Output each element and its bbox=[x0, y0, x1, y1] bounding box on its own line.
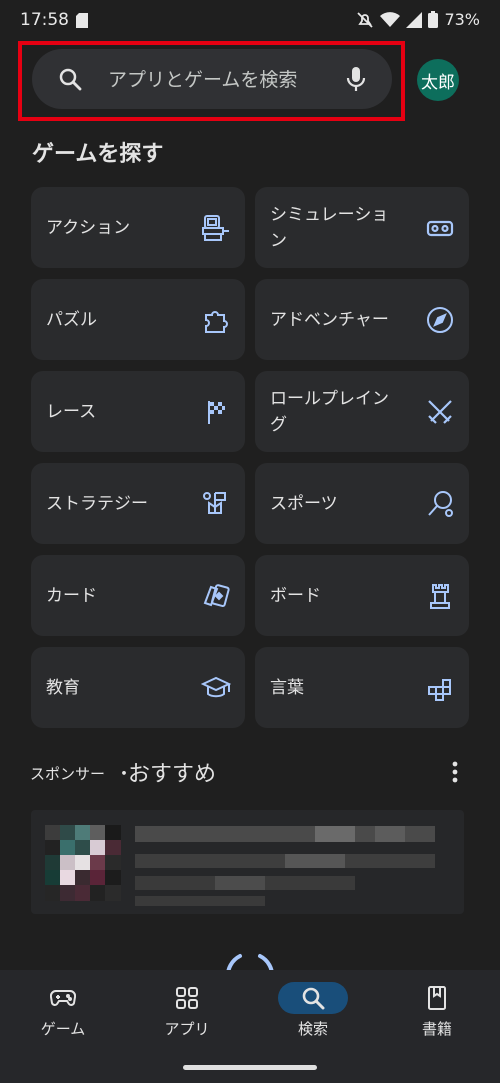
category-label: ロールプレイング bbox=[270, 388, 389, 435]
search-input[interactable]: アプリとゲームを検索 bbox=[108, 65, 297, 92]
app-thumbnail-pixelated bbox=[45, 825, 121, 901]
checkered-flag-icon bbox=[208, 400, 225, 424]
avatar[interactable]: 太郎 bbox=[417, 59, 459, 101]
nav-icon-container bbox=[28, 982, 98, 1014]
more-vert-icon[interactable] bbox=[452, 760, 458, 784]
category-label: スポーツ bbox=[270, 493, 338, 514]
nav-games[interactable]: ゲーム bbox=[18, 982, 108, 1042]
microphone-icon[interactable] bbox=[346, 66, 366, 92]
nav-label: 書籍 bbox=[421, 1020, 452, 1038]
battery-percent: 73% bbox=[444, 10, 480, 29]
category-tile-educational[interactable]: 教育 bbox=[31, 647, 245, 728]
nav-icon-container bbox=[278, 982, 348, 1014]
section-title: ゲームを探す bbox=[32, 142, 164, 167]
strategy-flag-icon bbox=[203, 491, 226, 514]
category-grid: アクション シミュレーション パズル アドベンチャー レース ロールプレイング … bbox=[31, 187, 469, 728]
status-bar: 17:58 73% bbox=[0, 0, 500, 44]
category-tile-racing[interactable]: レース bbox=[31, 371, 245, 452]
nav-books[interactable]: 書籍 bbox=[392, 982, 482, 1042]
nav-label: ゲーム bbox=[40, 1020, 86, 1038]
gesture-handle[interactable] bbox=[183, 1065, 317, 1070]
arcade-cabinet-icon bbox=[202, 214, 229, 241]
playing-cards-icon bbox=[203, 583, 230, 607]
nav-label: 検索 bbox=[297, 1020, 328, 1038]
apps-grid-icon bbox=[176, 987, 198, 1009]
category-label: アドベンチャー bbox=[270, 309, 389, 330]
search-icon bbox=[302, 987, 325, 1010]
signal-icon bbox=[406, 11, 423, 28]
graduation-cap-icon bbox=[201, 676, 231, 697]
sponsored-label: スポンサー bbox=[30, 765, 106, 783]
gamepad-icon bbox=[50, 990, 76, 1006]
category-label: 教育 bbox=[46, 677, 80, 698]
racket-icon bbox=[428, 490, 453, 517]
category-label: レース bbox=[46, 401, 97, 422]
search-icon bbox=[59, 68, 82, 91]
compass-icon bbox=[427, 306, 453, 333]
vr-headset-icon bbox=[426, 220, 454, 236]
nav-icon-container bbox=[152, 982, 222, 1014]
category-tile-simulation[interactable]: シミュレーション bbox=[255, 187, 469, 268]
mute-icon bbox=[357, 11, 374, 28]
category-tile-strategy[interactable]: ストラテジー bbox=[31, 463, 245, 544]
category-tile-card[interactable]: カード bbox=[31, 555, 245, 636]
sd-card-icon bbox=[76, 13, 88, 28]
category-label: ストラテジー bbox=[46, 493, 148, 514]
sponsored-app-card[interactable] bbox=[31, 810, 464, 914]
category-label: アクション bbox=[46, 217, 131, 238]
nav-search[interactable]: 検索 bbox=[268, 982, 358, 1042]
wifi-icon bbox=[380, 11, 401, 27]
category-label: ボード bbox=[270, 585, 321, 606]
puzzle-piece-icon bbox=[205, 310, 228, 333]
category-tile-roleplaying[interactable]: ロールプレイング bbox=[255, 371, 469, 452]
recommended-title: おすすめ bbox=[128, 762, 217, 787]
chess-rook-icon bbox=[430, 583, 450, 609]
nav-label: アプリ bbox=[164, 1020, 210, 1038]
sponsored-header: スポンサー ・ おすすめ bbox=[30, 754, 470, 794]
category-label: シミュレーション bbox=[270, 204, 389, 251]
category-tile-board[interactable]: ボード bbox=[255, 555, 469, 636]
status-icons: 73% bbox=[356, 10, 480, 29]
category-tile-puzzle[interactable]: パズル bbox=[31, 279, 245, 360]
search-bar[interactable]: アプリとゲームを検索 bbox=[32, 49, 392, 109]
app-info-pixelated bbox=[135, 826, 435, 906]
category-tile-adventure[interactable]: アドベンチャー bbox=[255, 279, 469, 360]
nav-apps[interactable]: アプリ bbox=[142, 982, 232, 1042]
letter-blocks-icon bbox=[428, 678, 451, 701]
book-icon bbox=[428, 986, 446, 1010]
nav-icon-container bbox=[402, 982, 472, 1014]
category-tile-action[interactable]: アクション bbox=[31, 187, 245, 268]
battery-icon bbox=[428, 11, 439, 28]
status-time: 17:58 bbox=[20, 10, 69, 30]
category-label: カード bbox=[46, 585, 97, 606]
category-label: 言葉 bbox=[270, 677, 304, 698]
category-tile-word[interactable]: 言葉 bbox=[255, 647, 469, 728]
category-label: パズル bbox=[46, 309, 97, 330]
category-tile-sports[interactable]: スポーツ bbox=[255, 463, 469, 544]
crossed-swords-icon bbox=[428, 399, 452, 424]
